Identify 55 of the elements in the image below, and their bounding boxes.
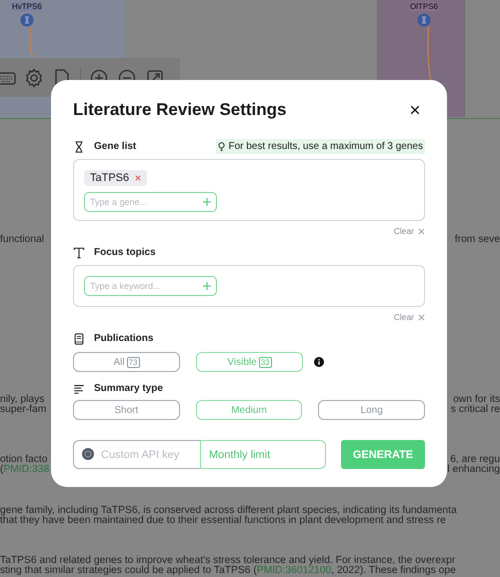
section-label: Focus topics [94, 247, 156, 258]
tip-banner: For best results, use a maximum of 3 genes [216, 139, 425, 154]
option-button[interactable]: Medium [196, 400, 302, 420]
paragraph-text: sting that similar strategies could be applied to TaTPS6 (PMID:36012100, 2022). These findings ope [0, 566, 456, 576]
monthly-limit-button[interactable]: Monthly limit [200, 440, 326, 469]
paragraph-text: own for its [453, 395, 500, 405]
key-icon [82, 448, 94, 460]
paragraph-text: s critical re [450, 405, 500, 415]
lines-icon [73, 382, 85, 394]
book-icon [73, 332, 85, 344]
plus-icon [203, 198, 211, 206]
paragraph-text: that they have been maintained due to their essential functions in plant development and stress re [0, 516, 446, 526]
paragraph-text: otion facto [0, 455, 48, 465]
node-icon [417, 13, 431, 27]
citation-link[interactable]: PMID:36012100 [256, 565, 332, 576]
generate-button[interactable]: GENERATE [341, 440, 425, 469]
info-icon [314, 357, 324, 367]
paragraph-text: from seve [454, 235, 500, 245]
option-button[interactable]: Long [318, 400, 426, 420]
paragraph-text: (PMID:338 [0, 465, 50, 475]
close-icon[interactable] [410, 105, 420, 115]
api-key-field[interactable]: Custom API key [73, 440, 200, 469]
option-button[interactable]: Visible 33 [196, 352, 303, 372]
remove-icon[interactable] [135, 175, 142, 181]
input-field[interactable]: Type a gene... [84, 192, 217, 212]
paragraph-text: nily, plays [0, 395, 44, 405]
count-badge: 73 [126, 356, 140, 368]
dialog-title: Literature Review Settings [73, 100, 287, 120]
close-icon [418, 228, 425, 234]
count-badge: 33 [258, 356, 272, 368]
paragraph-text: TaTPS6 and related genes to improve wheat's stress tolerance and yield. For instance, the overexpr [0, 556, 456, 566]
paragraph-text: gene family, including TaTPS6, is conserved across different plant species, indicating its fundamenta [0, 506, 457, 516]
paragraph-text: super-fam [0, 405, 46, 415]
paragraph-text: 6, are regu [450, 455, 500, 465]
option-button[interactable]: Short [73, 400, 180, 420]
clear-button[interactable]: Clear [394, 226, 425, 236]
section-label: Publications [94, 333, 154, 344]
node-label: OlTPS6 [410, 2, 438, 11]
node-label: HvTPS6 [12, 2, 42, 11]
lightbulb-icon [218, 142, 226, 151]
text-icon [73, 246, 85, 258]
edge-line [29, 27, 34, 57]
option-button[interactable]: All 73 [73, 352, 180, 372]
section-label: Gene list [94, 141, 136, 152]
plus-icon [203, 282, 211, 290]
input-field[interactable]: Type a keyword... [84, 276, 217, 296]
node-icon [20, 13, 34, 27]
clear-button[interactable]: Clear [394, 312, 425, 322]
settings-icon[interactable] [24, 68, 44, 88]
paragraph-text: functional [0, 235, 44, 245]
close-icon [418, 314, 425, 320]
section-label: Summary type [94, 383, 163, 394]
paragraph-text: l enhancing [447, 465, 500, 475]
gene-tag: TaTPS6 [84, 170, 148, 186]
citation-link[interactable]: PMID:338 [3, 464, 50, 475]
